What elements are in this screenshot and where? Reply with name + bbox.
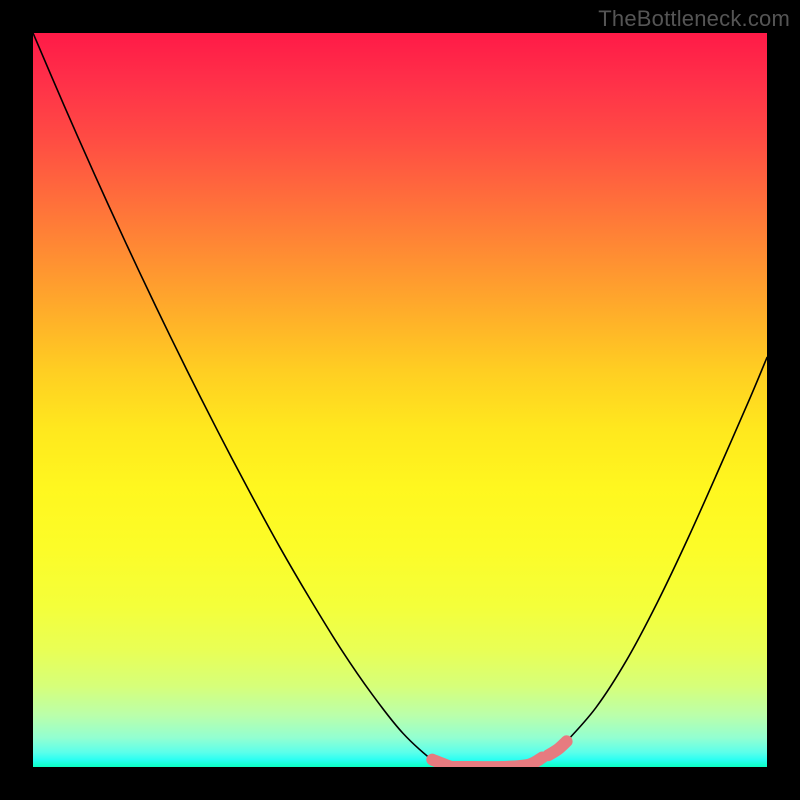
watermark-text: TheBottleneck.com	[598, 6, 790, 32]
highlight-segment	[448, 757, 543, 767]
chart-container: TheBottleneck.com	[0, 0, 800, 800]
plot-area	[33, 33, 767, 767]
highlight-layer	[33, 33, 767, 767]
highlight-segment	[548, 741, 566, 755]
